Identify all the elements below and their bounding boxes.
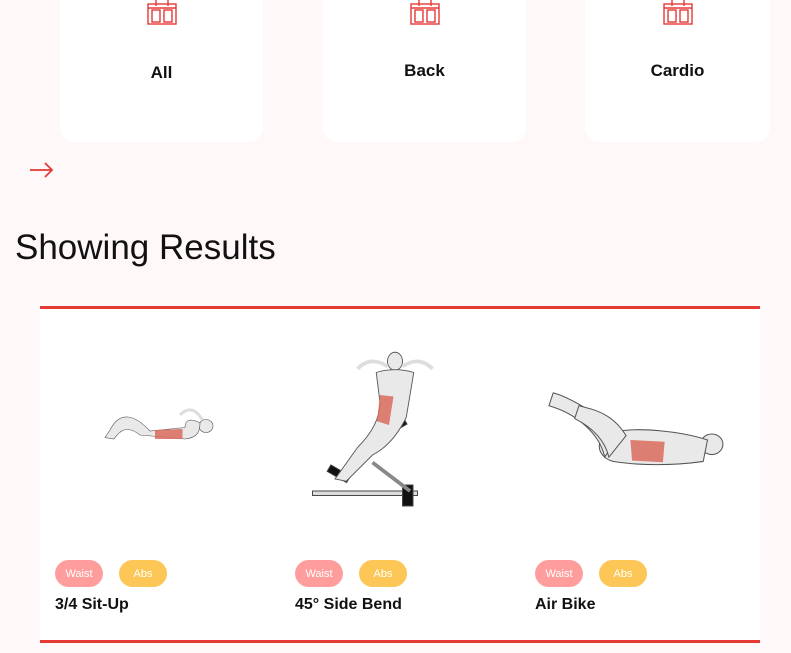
- divider: [40, 640, 760, 643]
- exercise-card[interactable]: Waist Abs 3/4 Sit-Up: [40, 310, 280, 640]
- category-card-cardio[interactable]: Cardio: [585, 0, 770, 142]
- category-card-all[interactable]: All: [60, 0, 263, 142]
- exercise-name: 3/4 Sit-Up: [55, 596, 129, 613]
- exercise-card[interactable]: Waist Abs 45° Side Bend: [280, 310, 520, 640]
- category-label: All: [150, 63, 173, 82]
- results-heading: Showing Results: [15, 228, 276, 267]
- exercise-image: [104, 408, 214, 440]
- category-label: Cardio: [650, 61, 705, 80]
- exercise-card[interactable]: Waist Abs Air Bike: [520, 310, 760, 640]
- exercise-image: [548, 392, 724, 466]
- tag-badge: Waist: [535, 560, 583, 587]
- exercise-name: Air Bike: [535, 596, 596, 613]
- gym-icon: [662, 0, 693, 25]
- exercise-name: 45° Side Bend: [295, 596, 402, 613]
- divider: [40, 306, 760, 309]
- tag-badge: Waist: [55, 560, 103, 587]
- tag-badge: Waist: [295, 560, 343, 587]
- tag-badge: Abs: [119, 560, 167, 587]
- tag-badge: Abs: [359, 560, 407, 587]
- exercise-image: [312, 351, 434, 507]
- gym-icon: [146, 0, 177, 25]
- tag-badge: Abs: [599, 560, 647, 587]
- arrow-right-icon[interactable]: [28, 157, 56, 183]
- category-card-back[interactable]: Back: [323, 0, 526, 142]
- gym-icon: [409, 0, 440, 25]
- category-label: Back: [404, 61, 445, 80]
